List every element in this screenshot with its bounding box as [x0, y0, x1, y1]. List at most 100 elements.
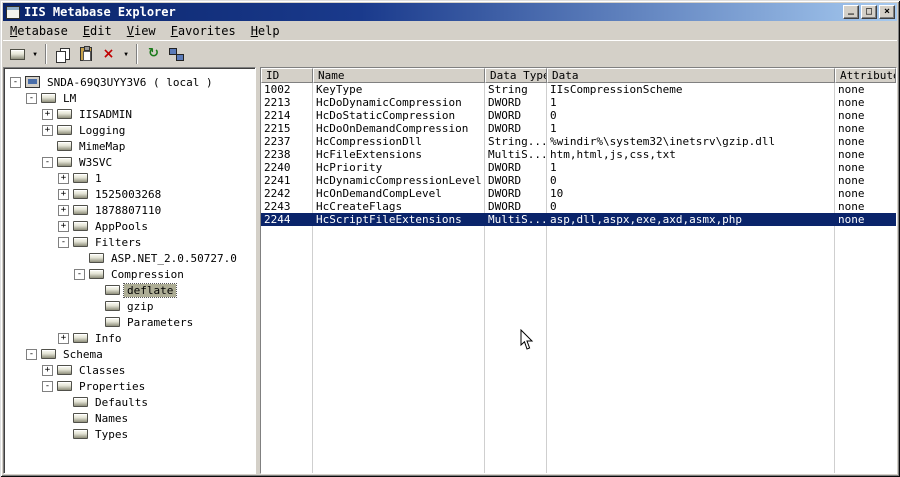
table-row[interactable]: 2240 HcPriority DWORD 1 none: [261, 161, 896, 174]
new-key-button[interactable]: [6, 43, 29, 65]
key-icon: [41, 349, 56, 359]
cell-id: 2237: [264, 135, 291, 148]
tree-item-logging[interactable]: + Logging: [8, 122, 253, 138]
table-row[interactable]: 2241 HcDynamicCompressionLevel DWORD 0 none: [261, 174, 896, 187]
menu-help[interactable]: Help: [244, 22, 288, 40]
tree-item-label: LM: [63, 91, 77, 105]
table-row[interactable]: 2214 HcDoStaticCompression DWORD 0 none: [261, 109, 896, 122]
cell-name: HcCompressionDll: [316, 135, 422, 148]
key-icon: [57, 365, 72, 375]
dropdown-caret-icon[interactable]: ▼: [120, 43, 132, 65]
connect-button[interactable]: [165, 43, 188, 65]
tree-item-parameters[interactable]: Parameters: [8, 314, 253, 330]
cell-data: htm,html,js,css,txt: [550, 148, 676, 161]
copy-icon: [55, 47, 70, 63]
collapse-icon[interactable]: -: [10, 76, 21, 88]
cell-type: DWORD: [488, 96, 522, 109]
expand-icon[interactable]: +: [58, 332, 69, 344]
table-row[interactable]: 2242 HcOnDemandCompLevel DWORD 10 none: [261, 187, 896, 200]
cell-id: 2238: [264, 148, 291, 161]
table-row[interactable]: 2215 HcDoOnDemandCompression DWORD 1 none: [261, 122, 896, 135]
menu-view[interactable]: View: [120, 22, 164, 40]
tree-item-1[interactable]: +1: [8, 170, 253, 186]
tree-item-types[interactable]: Types: [8, 426, 253, 442]
key-icon: [89, 253, 104, 263]
column-header-attributes[interactable]: Attributes: [835, 68, 896, 83]
tree-item-names[interactable]: Names: [8, 410, 253, 426]
menu-edit[interactable]: Edit: [76, 22, 120, 40]
tree-item-compression[interactable]: - Compression: [8, 266, 253, 282]
table-row[interactable]: 2213 HcDoDynamicCompression DWORD 1 none: [261, 96, 896, 109]
tree-item-label: 1878807110: [95, 203, 162, 217]
cell-data: 1: [550, 122, 557, 135]
cell-attributes: none: [838, 148, 865, 161]
expand-icon[interactable]: +: [42, 124, 53, 136]
key-icon: [41, 93, 56, 103]
tree-item-properties[interactable]: - Properties: [8, 378, 253, 394]
cell-id: 2240: [264, 161, 291, 174]
cell-attributes: none: [838, 200, 865, 213]
table-row[interactable]: 2244 HcScriptFileExtensions MultiS... asp,d…: [261, 213, 896, 226]
column-header-data-type[interactable]: Data Type: [485, 68, 547, 83]
tree-item-filters[interactable]: - Filters: [8, 234, 253, 250]
collapse-icon[interactable]: -: [58, 236, 69, 248]
tree-item-schema[interactable]: - Schema: [8, 346, 253, 362]
column-header-id[interactable]: ID: [261, 68, 313, 83]
collapse-icon[interactable]: -: [42, 380, 53, 392]
expand-icon[interactable]: +: [42, 108, 53, 120]
key-icon: [73, 333, 88, 343]
key-icon: [57, 381, 72, 391]
refresh-icon: ↻: [148, 46, 159, 61]
key-icon: [89, 269, 104, 279]
expand-icon[interactable]: +: [58, 204, 69, 216]
delete-button[interactable]: ×: [97, 43, 120, 65]
collapse-icon[interactable]: -: [26, 92, 37, 104]
cell-id: 2215: [264, 122, 291, 135]
collapse-icon[interactable]: -: [26, 348, 37, 360]
tree-item-defaults[interactable]: Defaults: [8, 394, 253, 410]
cell-attributes: none: [838, 122, 865, 135]
tree-item-classes[interactable]: + Classes: [8, 362, 253, 378]
tree-item-info[interactable]: + Info: [8, 330, 253, 346]
collapse-icon[interactable]: -: [74, 268, 85, 280]
expand-icon[interactable]: +: [58, 220, 69, 232]
tree-item-label: Defaults: [95, 395, 148, 409]
paste-button[interactable]: [74, 43, 97, 65]
tree-item-mimemap[interactable]: MimeMap: [8, 138, 253, 154]
tree-item-w3svc[interactable]: - W3SVC: [8, 154, 253, 170]
tree-item-label: AppPools: [95, 219, 148, 233]
title-bar[interactable]: IIS Metabase Explorer _ □ ×: [3, 3, 897, 21]
refresh-button[interactable]: ↻: [142, 43, 165, 65]
table-row[interactable]: 2238 HcFileExtensions MultiS... htm,html,js…: [261, 148, 896, 161]
close-button[interactable]: ×: [879, 5, 895, 19]
table-row[interactable]: 2237 HcCompressionDll String... %windir%\sy…: [261, 135, 896, 148]
maximize-button[interactable]: □: [861, 5, 877, 19]
cell-name: HcFileExtensions: [316, 148, 422, 161]
tree-item-1525003268[interactable]: +1525003268: [8, 186, 253, 202]
tree-item-gzip[interactable]: gzip: [8, 298, 253, 314]
tree-item-iisadmin[interactable]: + IISADMIN: [8, 106, 253, 122]
minimize-button[interactable]: _: [843, 5, 859, 19]
column-header-name[interactable]: Name: [313, 68, 485, 83]
tree-item-label: Logging: [79, 123, 126, 137]
expand-icon[interactable]: +: [58, 172, 69, 184]
key-icon: [73, 413, 88, 423]
list-body: 1002 KeyType String IIsCompressionScheme non…: [261, 83, 896, 473]
tree-item-asp-net-2-0-50727-0[interactable]: ASP.NET_2.0.50727.0: [8, 250, 253, 266]
tree-item-deflate[interactable]: deflate: [8, 282, 253, 298]
key-icon: [73, 397, 88, 407]
menu-metabase[interactable]: Metabase: [3, 22, 76, 40]
column-header-data[interactable]: Data: [547, 68, 835, 83]
menu-favorites[interactable]: Favorites: [164, 22, 244, 40]
tree-item-apppools[interactable]: + AppPools: [8, 218, 253, 234]
collapse-icon[interactable]: -: [42, 156, 53, 168]
tree-item-1878807110[interactable]: +1878807110: [8, 202, 253, 218]
tree-item-snda-69q3uyy3v6-local[interactable]: - SNDA-69Q3UYY3V6 ( local ): [8, 74, 253, 90]
expand-icon[interactable]: +: [42, 364, 53, 376]
tree-item-lm[interactable]: - LM: [8, 90, 253, 106]
copy-button[interactable]: [51, 43, 74, 65]
dropdown-caret-icon[interactable]: ▼: [29, 43, 41, 65]
expand-icon[interactable]: +: [58, 188, 69, 200]
table-row[interactable]: 1002 KeyType String IIsCompressionScheme non…: [261, 83, 896, 96]
table-row[interactable]: 2243 HcCreateFlags DWORD 0 none: [261, 200, 896, 213]
